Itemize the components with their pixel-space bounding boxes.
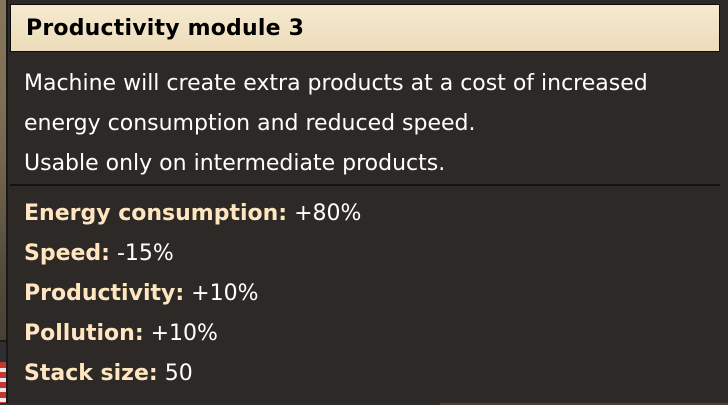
item-tooltip: Productivity module 3 Machine will creat… (6, 0, 728, 403)
stat-label: Speed: (24, 241, 110, 266)
stat-speed: Speed: -15% (24, 234, 714, 274)
stat-stack-size: Stack size: 50 (24, 354, 714, 394)
tooltip-header: Productivity module 3 (10, 4, 720, 52)
description-line: Machine will create extra products at a … (24, 71, 648, 96)
tooltip-divider (10, 184, 720, 186)
stat-label: Energy consumption: (24, 201, 288, 226)
stat-value: +80% (294, 201, 362, 226)
stat-label: Stack size: (24, 361, 158, 386)
stat-value: +10% (191, 281, 259, 306)
tooltip-stats: Energy consumption: +80% Speed: -15% Pro… (24, 194, 714, 394)
stat-productivity: Productivity: +10% (24, 274, 714, 314)
tooltip-title: Productivity module 3 (26, 16, 305, 41)
stat-energy-consumption: Energy consumption: +80% (24, 194, 714, 234)
stat-value: 50 (164, 361, 193, 386)
description-line: energy consumption and reduced speed. (24, 111, 476, 136)
stat-value: +10% (150, 321, 218, 346)
stat-label: Productivity: (24, 281, 185, 306)
tooltip-description: Machine will create extra products at a … (24, 64, 714, 184)
description-line: Usable only on intermediate products. (24, 151, 446, 176)
stat-label: Pollution: (24, 321, 144, 346)
stat-value: -15% (116, 241, 174, 266)
stat-pollution: Pollution: +10% (24, 314, 714, 354)
